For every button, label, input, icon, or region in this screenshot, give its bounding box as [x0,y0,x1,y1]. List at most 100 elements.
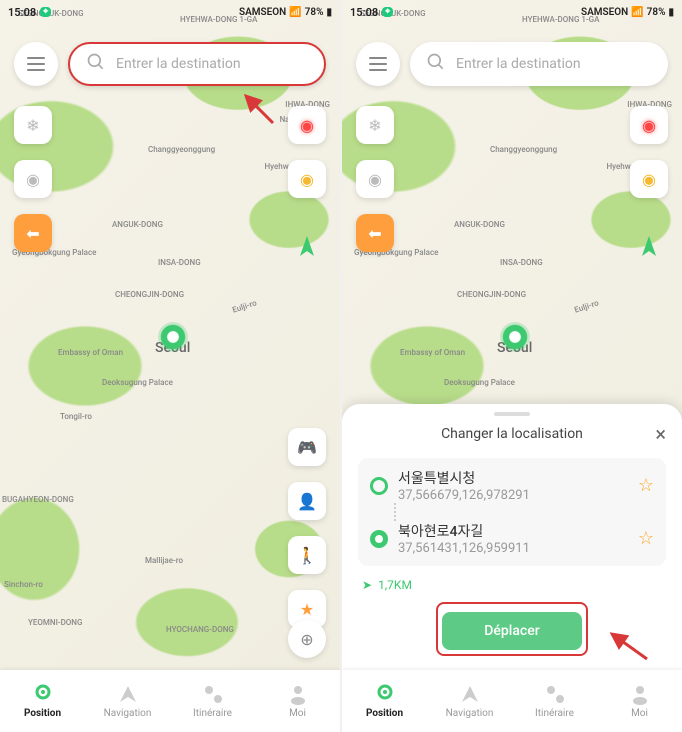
nav-navigation[interactable]: Navigation [85,670,170,732]
navigation-icon [459,683,481,705]
move-button-label: Déplacer [484,623,539,639]
search-placeholder: Entrer la destination [456,56,581,72]
nav-label: Itinéraire [193,708,232,719]
end-name: 북아현로4자길 [398,521,628,541]
eye-icon: ◉ [368,170,382,189]
menu-button[interactable] [356,42,400,86]
tool-person-button[interactable]: 👤 [288,482,326,520]
locate-me-button[interactable]: ⊕ [288,620,326,658]
start-coords: 37,566679,126,978291 [398,488,628,503]
tool-coin-button[interactable]: ◉ [288,160,326,198]
crosshair-icon: ⊕ [300,630,313,649]
menu-button[interactable] [14,42,58,86]
status-time: 15:08 [8,6,36,19]
walk-icon: 🚶 [297,546,317,565]
nav-label: Moi [631,708,648,719]
folder-icon: ⬅ [368,224,381,243]
move-button[interactable]: Déplacer [442,612,582,650]
tool-coin-button[interactable]: ◉ [630,160,668,198]
tool-snow-button[interactable]: ❄ [14,106,52,144]
phone-screen-left: SEONGBUK-DONG HYEHWA-DONG 1-GA IHWA-DONG… [0,0,340,732]
location-arrow-icon: ➤ [362,578,372,592]
compass-button[interactable] [630,230,668,268]
map-label: Mallijae-ro [145,556,183,565]
tool-eye-button[interactable]: ◉ [14,160,52,198]
battery-icon: ▮ [326,7,332,18]
nav-position[interactable]: Position [342,670,427,732]
map-label: Embassy of Oman [400,348,465,357]
tool-eye-button[interactable]: ◉ [356,160,394,198]
distance-row: ➤ 1,7KM [342,572,682,598]
end-coords: 37,561431,126,959911 [398,541,628,556]
gamepad-icon: 🎮 [297,438,317,457]
nav-label: Itinéraire [535,708,574,719]
bottom-nav: Position Navigation Itinéraire Moi [342,670,682,732]
nav-label: Position [24,708,61,719]
favorite-star-button[interactable]: ☆ [638,528,654,549]
eye-icon: ◉ [26,170,40,189]
start-pin-icon [370,477,388,495]
position-icon [374,683,396,705]
map-label: CHEONGJIN-DONG [457,290,526,299]
compass-button[interactable] [288,230,326,268]
route-icon [544,683,566,705]
tool-snow-button[interactable]: ❄ [356,106,394,144]
nav-label: Navigation [446,708,494,719]
tool-walk-button[interactable]: 🚶 [288,536,326,574]
nav-position[interactable]: Position [0,670,85,732]
map-label: Tongil-ro [60,412,92,421]
close-button[interactable]: × [655,422,666,446]
map-label: ANGUK-DONG [112,220,163,229]
tool-gamepad-button[interactable]: 🎮 [288,428,326,466]
end-location-row[interactable]: 북아현로4자길 37,561431,126,959911 ☆ [370,521,654,556]
tool-record-button[interactable]: ◉ [630,106,668,144]
map-label: Sinchon-ro [4,580,43,589]
battery-icon: ▮ [668,7,674,18]
end-pin-icon [370,530,388,548]
map-label: Deoksugung Palace [102,378,173,387]
status-app-icon: ⌖ [40,7,51,17]
map-label: Embassy of Oman [58,348,123,357]
navigation-icon [117,683,139,705]
nav-navigation[interactable]: Navigation [427,670,512,732]
folder-icon: ⬅ [26,224,39,243]
sheet-handle[interactable] [494,412,530,416]
map-label: Deoksugung Palace [444,378,515,387]
nav-moi[interactable]: Moi [255,670,340,732]
star-icon: ★ [300,600,314,619]
snowflake-icon: ❄ [368,116,381,135]
start-name: 서울특별시청 [398,468,628,488]
map-label: INSA-DONG [158,258,201,267]
status-app-icon: ⌖ [382,7,393,17]
search-input[interactable]: Entrer la destination [410,42,668,86]
nav-itineraire[interactable]: Itinéraire [512,670,597,732]
nav-label: Navigation [104,708,152,719]
status-bar: 15:08 ⌖ SAMSEON 📶 78% ▮ [0,0,340,24]
map-label: BUGAHYEON-DONG [2,495,74,504]
route-dots [394,503,654,521]
person-icon: 👤 [297,492,317,511]
record-icon: ◉ [642,116,656,135]
status-bar: 15:08 ⌖ SAMSEON 📶 78% ▮ [342,0,682,24]
signal-icon: 📶 [631,7,643,18]
nav-label: Moi [289,708,306,719]
favorite-star-button[interactable]: ☆ [638,475,654,496]
map-label: YEOMNI-DONG [28,618,82,627]
tool-folder-button[interactable]: ⬅ [356,214,394,252]
distance-value: 1,7KM [378,578,412,592]
tool-record-button[interactable]: ◉ [288,106,326,144]
nav-itineraire[interactable]: Itinéraire [170,670,255,732]
tool-folder-button[interactable]: ⬅ [14,214,52,252]
coin-icon: ◉ [642,170,656,189]
location-card: 서울특별시청 37,566679,126,978291 ☆ 북아현로4자길 37… [358,458,666,566]
start-location-row[interactable]: 서울특별시청 37,566679,126,978291 ☆ [370,468,654,503]
move-button-highlight: Déplacer [436,602,588,656]
search-input[interactable]: Entrer la destination [68,42,326,86]
compass-icon [634,234,664,264]
nav-moi[interactable]: Moi [597,670,682,732]
route-icon [202,683,224,705]
nav-label: Position [366,708,403,719]
sheet-title: Changer la localisation [441,426,583,442]
hamburger-icon [27,57,45,71]
search-placeholder: Entrer la destination [116,56,241,72]
